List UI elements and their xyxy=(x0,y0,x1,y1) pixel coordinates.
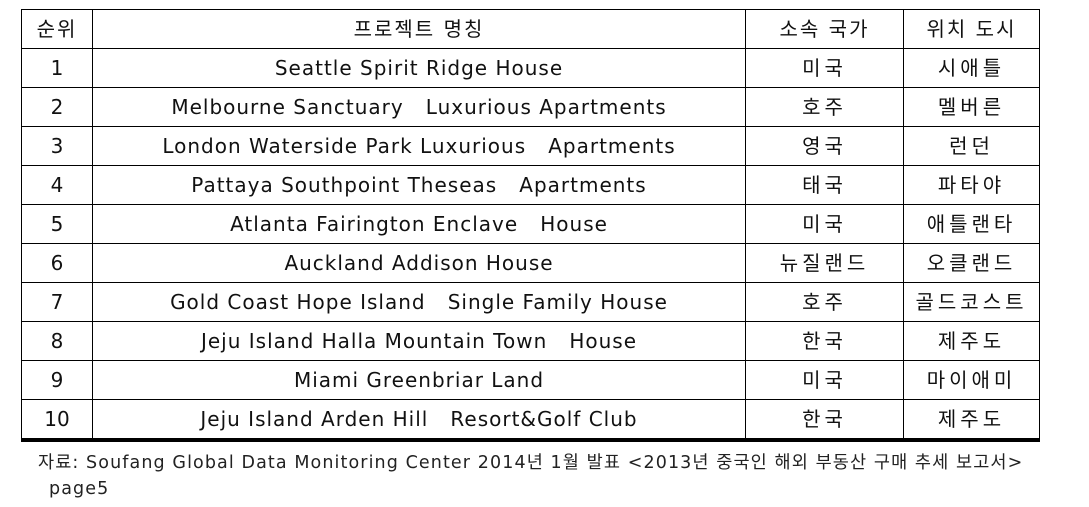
cell-project-name: London Waterside Park Luxurious Apartmen… xyxy=(92,126,746,166)
cell-country: 한국 xyxy=(745,321,904,361)
cell-project-name: Auckland Addison House xyxy=(92,243,746,283)
cell-rank: 4 xyxy=(21,165,93,205)
cell-city: 제주도 xyxy=(903,399,1040,442)
cell-country: 한국 xyxy=(745,399,904,442)
cell-project-name: Melbourne Sanctuary Luxurious Apartments xyxy=(92,87,746,127)
cell-country: 호주 xyxy=(745,282,904,322)
cell-project-name: Jeju Island Halla Mountain Town House xyxy=(92,321,746,361)
table-row: 6 Auckland Addison House 뉴질랜드 오클랜드 xyxy=(21,243,1040,283)
header-country: 소속 국가 xyxy=(745,9,904,49)
cell-rank: 9 xyxy=(21,360,93,400)
table-row: 9 Miami Greenbriar Land 미국 마이애미 xyxy=(21,360,1040,400)
cell-project-name: Seattle Spirit Ridge House xyxy=(92,48,746,88)
cell-project-name: Atlanta Fairington Enclave House xyxy=(92,204,746,244)
header-project-name: 프로젝트 명칭 xyxy=(92,9,746,49)
table-row: 5 Atlanta Fairington Enclave House 미국 애틀… xyxy=(21,204,1040,244)
cell-country: 영국 xyxy=(745,126,904,166)
cell-rank: 1 xyxy=(21,48,93,88)
table-header-row: 순위 프로젝트 명칭 소속 국가 위치 도시 xyxy=(21,9,1040,49)
cell-city: 마이애미 xyxy=(903,360,1040,400)
source-note: 자료: Soufang Global Data Monitoring Cente… xyxy=(38,453,1031,499)
cell-city: 애틀랜타 xyxy=(903,204,1040,244)
cell-rank: 7 xyxy=(21,282,93,322)
cell-city: 골드코스트 xyxy=(903,282,1040,322)
table-row: 8 Jeju Island Halla Mountain Town House … xyxy=(21,321,1040,361)
cell-country: 미국 xyxy=(745,204,904,244)
table-row: 10 Jeju Island Arden Hill Resort&Golf Cl… xyxy=(21,399,1040,442)
cell-city: 오클랜드 xyxy=(903,243,1040,283)
cell-city: 파타야 xyxy=(903,165,1040,205)
cell-project-name: Gold Coast Hope Island Single Family Hou… xyxy=(92,282,746,322)
ranking-table-container: 순위 프로젝트 명칭 소속 국가 위치 도시 1 Seattle Spirit … xyxy=(21,9,1040,442)
table-row: 3 London Waterside Park Luxurious Apartm… xyxy=(21,126,1040,166)
header-city: 위치 도시 xyxy=(903,9,1040,49)
header-rank: 순위 xyxy=(21,9,93,49)
cell-rank: 8 xyxy=(21,321,93,361)
cell-city: 시애틀 xyxy=(903,48,1040,88)
cell-country: 태국 xyxy=(745,165,904,205)
cell-rank: 3 xyxy=(21,126,93,166)
cell-city: 제주도 xyxy=(903,321,1040,361)
cell-country: 뉴질랜드 xyxy=(745,243,904,283)
cell-rank: 2 xyxy=(21,87,93,127)
table-row: 4 Pattaya Southpoint Theseas Apartments … xyxy=(21,165,1040,205)
table-row: 2 Melbourne Sanctuary Luxurious Apartmen… xyxy=(21,87,1040,127)
cell-country: 미국 xyxy=(745,360,904,400)
cell-country: 미국 xyxy=(745,48,904,88)
cell-city: 런던 xyxy=(903,126,1040,166)
cell-rank: 5 xyxy=(21,204,93,244)
cell-project-name: Miami Greenbriar Land xyxy=(92,360,746,400)
cell-city: 멜버른 xyxy=(903,87,1040,127)
cell-project-name: Jeju Island Arden Hill Resort&Golf Club xyxy=(92,399,746,442)
table-row: 7 Gold Coast Hope Island Single Family H… xyxy=(21,282,1040,322)
cell-rank: 10 xyxy=(21,399,93,442)
cell-project-name: Pattaya Southpoint Theseas Apartments xyxy=(92,165,746,205)
cell-country: 호주 xyxy=(745,87,904,127)
overseas-property-ranking-table: 순위 프로젝트 명칭 소속 국가 위치 도시 1 Seattle Spirit … xyxy=(21,9,1040,442)
table-row: 1 Seattle Spirit Ridge House 미국 시애틀 xyxy=(21,48,1040,88)
cell-rank: 6 xyxy=(21,243,93,283)
